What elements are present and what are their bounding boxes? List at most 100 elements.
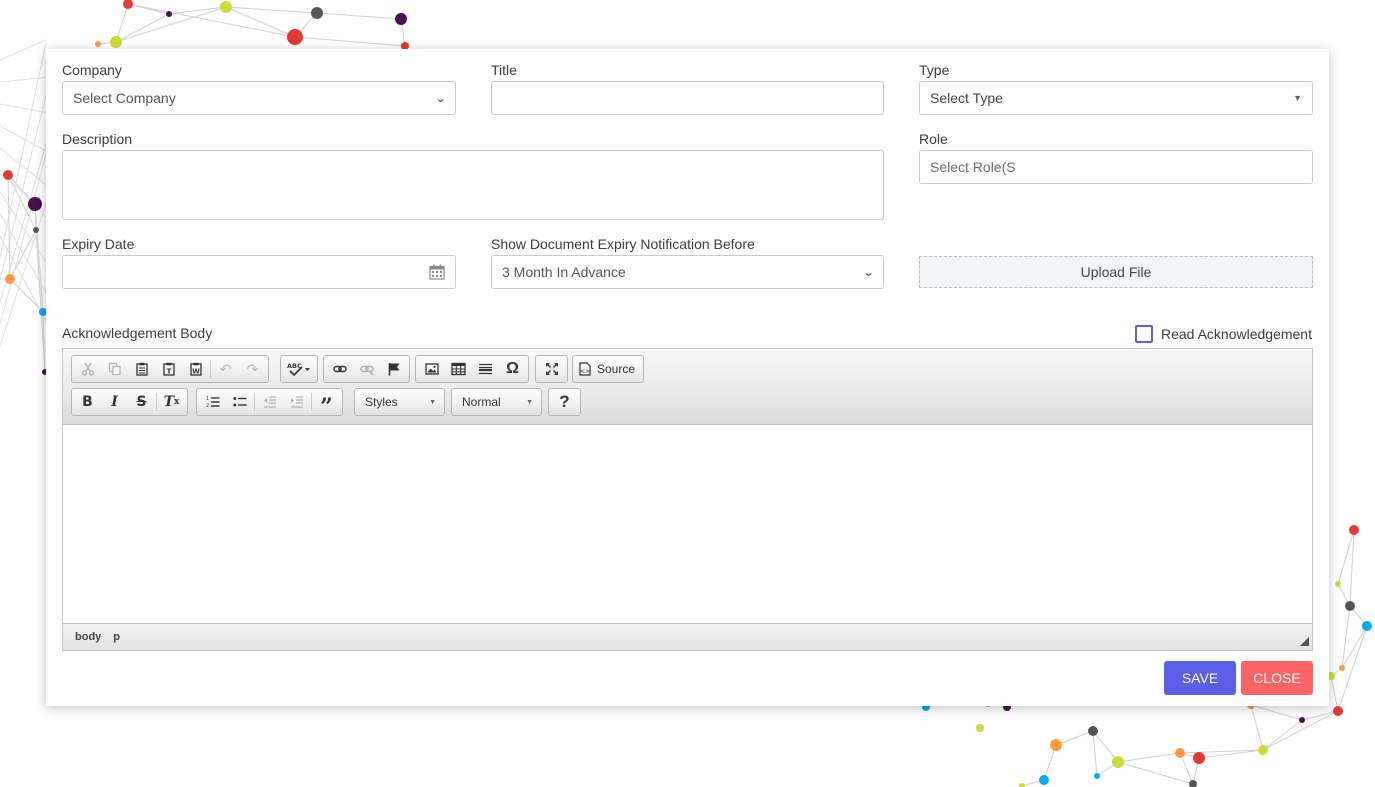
- network-node: [95, 41, 101, 47]
- add-document-modal: Company Select Company ⌄ Title Type Sele…: [46, 49, 1329, 706]
- network-node: [311, 7, 323, 19]
- description-textarea[interactable]: [62, 150, 884, 220]
- notification-select[interactable]: 3 Month In Advance ⌄: [491, 255, 884, 289]
- spellcheck-group: ABC: [280, 355, 318, 383]
- acknowledgement-body-label: Acknowledgement Body: [62, 325, 213, 341]
- network-line: [0, 125, 47, 152]
- redo-icon[interactable]: ↷: [239, 357, 266, 381]
- undo-icon[interactable]: ↶: [212, 357, 239, 381]
- close-button-label: CLOSE: [1253, 670, 1301, 686]
- network-node: [220, 1, 232, 13]
- network-node: [166, 11, 172, 17]
- svg-text:<>: <>: [580, 368, 590, 375]
- network-line: [0, 39, 47, 61]
- read-acknowledgement-checkbox[interactable]: [1135, 325, 1153, 343]
- network-node: [1112, 756, 1124, 768]
- network-node: [1339, 665, 1345, 671]
- toolbar-separator: [311, 393, 312, 411]
- italic-icon[interactable]: I: [101, 390, 128, 414]
- chevron-down-icon: ⌄: [862, 266, 875, 279]
- network-line: [316, 12, 402, 20]
- bold-icon[interactable]: B: [74, 390, 101, 414]
- save-button[interactable]: SAVE: [1164, 661, 1236, 695]
- numbered-list-icon[interactable]: 12: [199, 390, 226, 414]
- editor-content-area[interactable]: [63, 425, 1312, 623]
- styles-dropdown-label: Styles: [365, 395, 398, 409]
- outdent-icon[interactable]: [256, 390, 283, 414]
- network-node: [1258, 745, 1268, 755]
- title-input[interactable]: [491, 81, 884, 115]
- blockquote-icon[interactable]: ”: [313, 390, 340, 420]
- source-button[interactable]: <> Source: [579, 362, 635, 376]
- network-node: [1335, 581, 1341, 587]
- network-line: [1117, 761, 1194, 785]
- links-group: [323, 355, 410, 383]
- network-line: [0, 190, 51, 347]
- editor-toolbar: T W ↶ ↷ ABC Ω <> Source B I S T x 1 2 ” …: [63, 349, 1312, 425]
- maximize-group: [535, 355, 568, 383]
- strike-icon[interactable]: S: [128, 390, 155, 414]
- title-label: Title: [491, 62, 517, 78]
- svg-text:W: W: [192, 368, 200, 376]
- styles-dropdown[interactable]: Styles ▼: [354, 388, 445, 416]
- remove-format-icon[interactable]: Tx: [158, 390, 185, 414]
- network-line: [0, 76, 51, 83]
- caret-down-icon: ▼: [429, 398, 436, 406]
- paste-icon[interactable]: [128, 357, 155, 381]
- toolbar-separator: [156, 393, 157, 411]
- read-acknowledgement-checkbox-wrap[interactable]: Read Acknowledgement: [1135, 325, 1312, 343]
- table-icon[interactable]: [445, 357, 472, 381]
- company-select[interactable]: Select Company ⌄: [62, 81, 456, 115]
- calendar-icon[interactable]: [429, 264, 445, 280]
- spellcheck-icon[interactable]: ABC: [283, 357, 315, 381]
- network-node: [3, 170, 13, 180]
- expiry-date-input[interactable]: [62, 255, 456, 289]
- link-icon[interactable]: [326, 357, 353, 381]
- network-node: [33, 227, 39, 233]
- toolbar-separator: [210, 360, 211, 378]
- status-path-p[interactable]: p: [113, 631, 120, 643]
- paste-word-icon[interactable]: W: [182, 357, 209, 381]
- network-line: [1330, 675, 1339, 712]
- help-icon[interactable]: ?: [551, 390, 578, 414]
- help-group: ?: [548, 388, 581, 416]
- company-select-value: Select Company: [73, 90, 176, 106]
- format-dropdown-label: Normal: [462, 395, 501, 409]
- indent-icon[interactable]: [283, 390, 310, 414]
- description-label: Description: [62, 131, 133, 147]
- cut-icon[interactable]: [74, 357, 101, 381]
- type-select[interactable]: Select Type ▼: [919, 81, 1313, 115]
- copy-icon[interactable]: [101, 357, 128, 381]
- resize-handle-icon[interactable]: [1300, 637, 1309, 646]
- network-line: [1250, 704, 1264, 751]
- network-line: [225, 6, 296, 38]
- format-dropdown[interactable]: Normal ▼: [451, 388, 542, 416]
- network-line: [1262, 710, 1339, 751]
- anchor-icon[interactable]: [380, 357, 407, 381]
- unlink-icon[interactable]: [353, 357, 380, 381]
- lists-group: 12 ”: [196, 388, 343, 420]
- role-multiselect[interactable]: Select Role(S: [919, 150, 1313, 184]
- network-line: [168, 6, 227, 15]
- horizontal-rule-icon[interactable]: [472, 357, 499, 381]
- status-path-body[interactable]: body: [75, 631, 101, 643]
- notification-label: Show Document Expiry Notification Before: [491, 236, 755, 252]
- network-node: [1019, 783, 1025, 787]
- toolbar-separator: [254, 393, 255, 411]
- role-placeholder: Select Role(S: [930, 159, 1016, 175]
- maximize-icon[interactable]: [538, 357, 565, 381]
- network-node: [1039, 775, 1049, 785]
- bulleted-list-icon[interactable]: [226, 390, 253, 414]
- network-node: [1345, 601, 1355, 611]
- special-char-icon[interactable]: Ω: [499, 357, 526, 381]
- upload-file-button[interactable]: Upload File: [919, 256, 1313, 288]
- read-acknowledgement-label: Read Acknowledgement: [1161, 326, 1312, 342]
- image-icon[interactable]: [418, 357, 445, 381]
- network-line: [35, 229, 46, 373]
- network-node: [5, 274, 15, 284]
- caret-down-icon: ▼: [1293, 93, 1302, 103]
- paste-text-icon[interactable]: T: [155, 357, 182, 381]
- network-node: [28, 197, 42, 211]
- network-line: [1179, 752, 1194, 785]
- close-button[interactable]: CLOSE: [1241, 661, 1313, 695]
